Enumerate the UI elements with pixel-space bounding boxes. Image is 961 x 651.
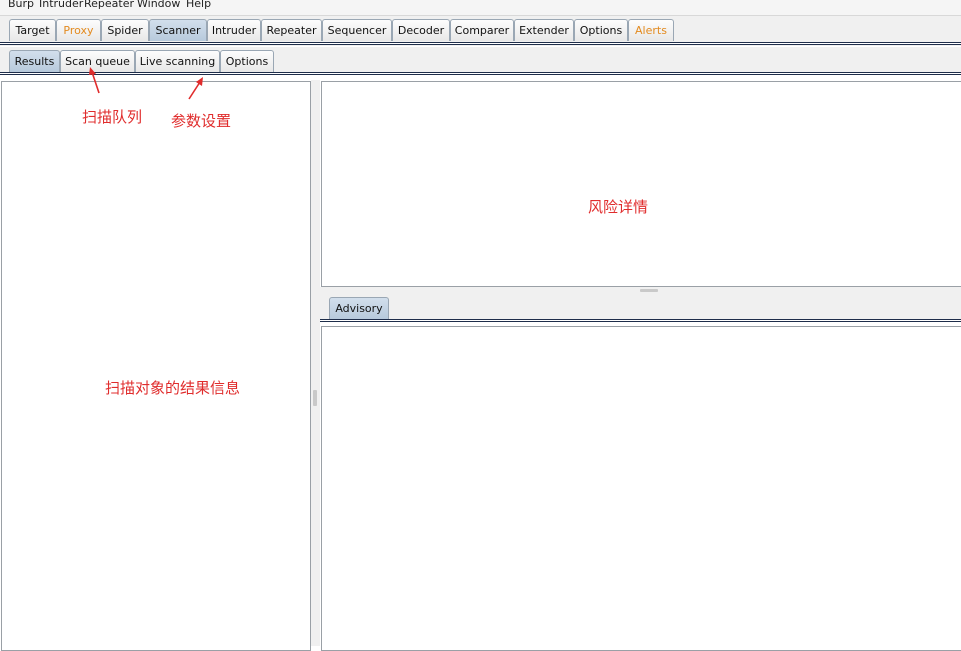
annotation-results: 扫描对象的结果信息 — [105, 379, 241, 397]
advisory-underline — [320, 319, 961, 322]
tab-sequencer[interactable]: Sequencer — [322, 19, 392, 41]
tab-target[interactable]: Target — [9, 19, 56, 41]
annotation-risk-details: 风险详情 — [588, 198, 649, 216]
advisory-tab-bar: Advisory — [320, 294, 961, 322]
scanner-subtab-bar: Results Scan queue Live scanning Options — [0, 47, 961, 75]
arrow-to-options-icon — [188, 77, 203, 100]
tab-alerts[interactable]: Alerts — [628, 19, 674, 41]
tab-options[interactable]: Options — [574, 19, 628, 41]
menu-burp[interactable]: Burp — [8, 0, 34, 10]
results-tree-panel[interactable] — [1, 81, 311, 651]
menu-repeater[interactable]: Repeater — [84, 0, 134, 10]
tab-proxy[interactable]: Proxy — [56, 19, 101, 41]
vertical-splitter[interactable] — [311, 80, 320, 646]
tab-repeater[interactable]: Repeater — [261, 19, 322, 41]
annotation-scan-queue: 扫描队列 — [82, 108, 143, 126]
arrow-to-scan-queue-icon — [89, 67, 100, 94]
menu-window[interactable]: Window — [137, 0, 180, 10]
advisory-content-panel[interactable] — [321, 326, 961, 651]
subtab-results[interactable]: Results — [9, 50, 60, 72]
tab-extender[interactable]: Extender — [514, 19, 574, 41]
splitter-grip-icon[interactable] — [640, 289, 658, 292]
menu-help[interactable]: Help — [186, 0, 211, 10]
tab-advisory[interactable]: Advisory — [329, 297, 389, 319]
tab-decoder[interactable]: Decoder — [392, 19, 450, 41]
tab-underline — [0, 42, 961, 45]
issues-panel[interactable] — [321, 81, 961, 287]
subtab-underline — [0, 72, 961, 75]
tab-intruder[interactable]: Intruder — [207, 19, 261, 41]
annotation-options: 参数设置 — [171, 112, 232, 130]
tab-spider[interactable]: Spider — [101, 19, 149, 41]
tab-scanner[interactable]: Scanner — [149, 19, 207, 41]
splitter-grip-icon[interactable] — [313, 390, 317, 406]
tab-comparer[interactable]: Comparer — [450, 19, 514, 41]
menu-bar: Burp Intruder Repeater Window Help — [0, 0, 961, 16]
menu-intruder[interactable]: Intruder — [39, 0, 83, 10]
subtab-options[interactable]: Options — [220, 50, 274, 72]
subtab-live-scanning[interactable]: Live scanning — [135, 50, 220, 72]
